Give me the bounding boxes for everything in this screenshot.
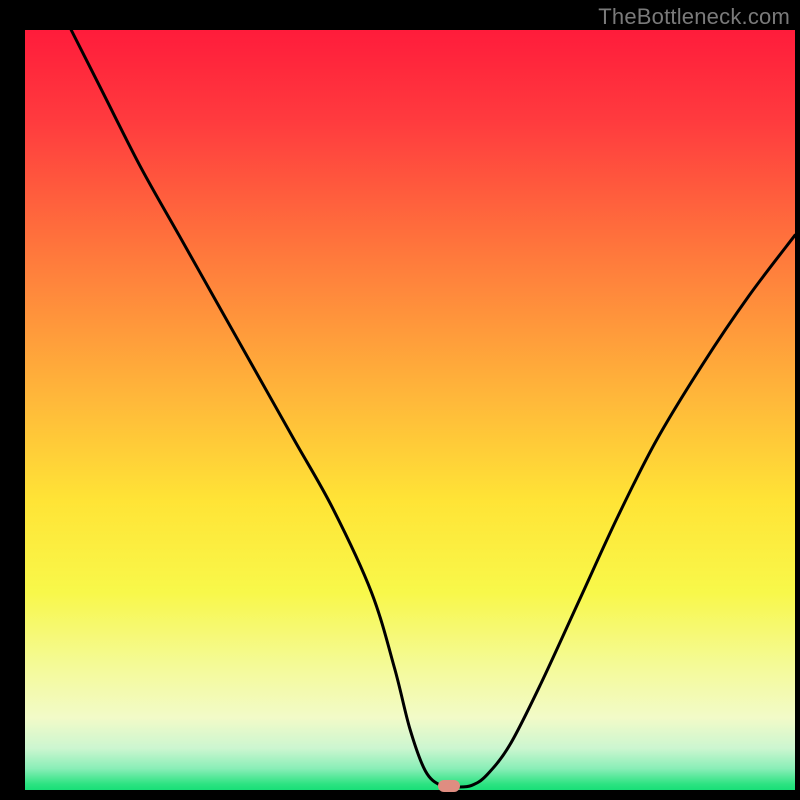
- watermark-text: TheBottleneck.com: [598, 4, 790, 30]
- plot-background: [25, 30, 795, 790]
- optimal-marker: [438, 780, 460, 792]
- chart-stage: TheBottleneck.com: [0, 0, 800, 800]
- bottleneck-chart: [0, 0, 800, 800]
